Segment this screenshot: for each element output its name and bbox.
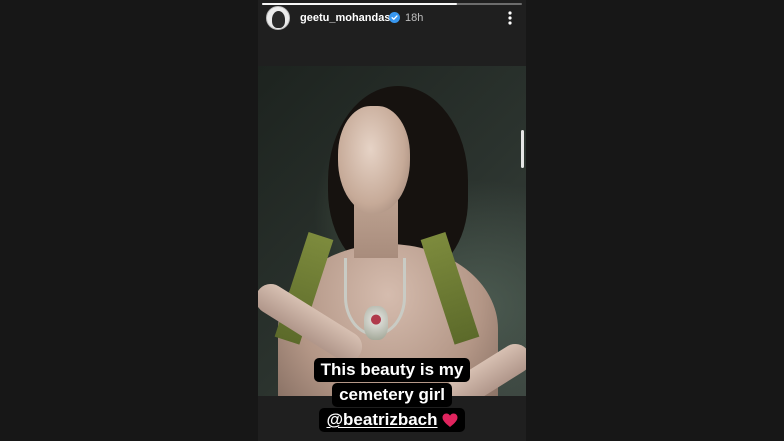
- avatar-silhouette: [272, 11, 285, 28]
- avatar[interactable]: [266, 6, 290, 30]
- verified-badge-icon: [389, 12, 400, 23]
- story-photo: [258, 66, 526, 396]
- story-caption: This beauty is my cemetery girl @beatriz…: [258, 358, 526, 433]
- story-header: geetu_mohandas 18h: [258, 6, 526, 32]
- caption-line-2: cemetery girl: [332, 383, 452, 407]
- story-viewer-page: geetu_mohandas 18h This beauty is my cem…: [0, 0, 784, 441]
- time-ago: 18h: [405, 12, 424, 24]
- scroll-indicator: [521, 130, 524, 168]
- caption-mention-row: @beatrizbach: [319, 408, 465, 432]
- username[interactable]: geetu_mohandas: [300, 12, 390, 24]
- heart-icon: [442, 413, 458, 427]
- story-card[interactable]: geetu_mohandas 18h This beauty is my cem…: [258, 0, 526, 441]
- more-options-icon[interactable]: [506, 10, 514, 26]
- mention-link[interactable]: @beatrizbach: [326, 408, 437, 432]
- story-progress-fill: [262, 3, 457, 5]
- story-progress-bar: [262, 3, 522, 5]
- photo-pendant: [364, 306, 388, 340]
- caption-line-1: This beauty is my: [313, 358, 471, 382]
- photo-face: [338, 106, 410, 214]
